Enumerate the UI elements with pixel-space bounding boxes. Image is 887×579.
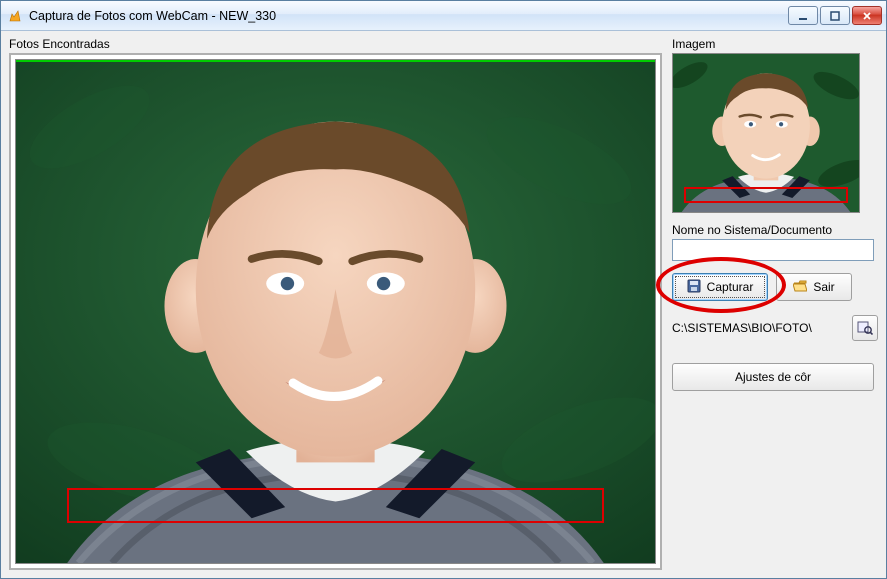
- left-column: Fotos Encontradas: [9, 37, 662, 570]
- exit-button[interactable]: Sair: [776, 273, 852, 301]
- name-input[interactable]: [672, 239, 874, 261]
- right-column: Imagem: [672, 37, 878, 570]
- client-area: Fotos Encontradas: [1, 31, 886, 578]
- capture-button-label: Capturar: [707, 280, 754, 294]
- close-button[interactable]: [852, 6, 882, 25]
- detection-rect-thumb: [684, 187, 848, 203]
- image-label: Imagem: [672, 37, 878, 51]
- exit-button-label: Sair: [813, 280, 834, 294]
- maximize-button[interactable]: [820, 6, 850, 25]
- window-title: Captura de Fotos com WebCam - NEW_330: [29, 9, 788, 23]
- minimize-button[interactable]: [788, 6, 818, 25]
- capture-button[interactable]: Capturar: [672, 273, 768, 301]
- color-adjust-button[interactable]: Ajustes de côr: [672, 363, 874, 391]
- photo-frame: [9, 53, 662, 570]
- window-controls: [788, 6, 882, 25]
- save-path: C:\SISTEMAS\BIO\FOTO\: [672, 321, 846, 335]
- find-icon: [857, 319, 873, 338]
- thumbnail: [672, 53, 860, 213]
- folder-open-icon: [793, 280, 807, 295]
- save-icon: [687, 279, 701, 296]
- detection-rect: [67, 488, 604, 523]
- color-adjust-label: Ajustes de côr: [735, 370, 811, 384]
- browse-path-button[interactable]: [852, 315, 878, 341]
- name-field-label: Nome no Sistema/Documento: [672, 223, 878, 237]
- found-photos-label: Fotos Encontradas: [9, 37, 662, 51]
- titlebar: Captura de Fotos com WebCam - NEW_330: [1, 1, 886, 31]
- main-photo: [15, 59, 656, 564]
- app-icon: [7, 8, 23, 24]
- app-window: Captura de Fotos com WebCam - NEW_330 Fo…: [0, 0, 887, 579]
